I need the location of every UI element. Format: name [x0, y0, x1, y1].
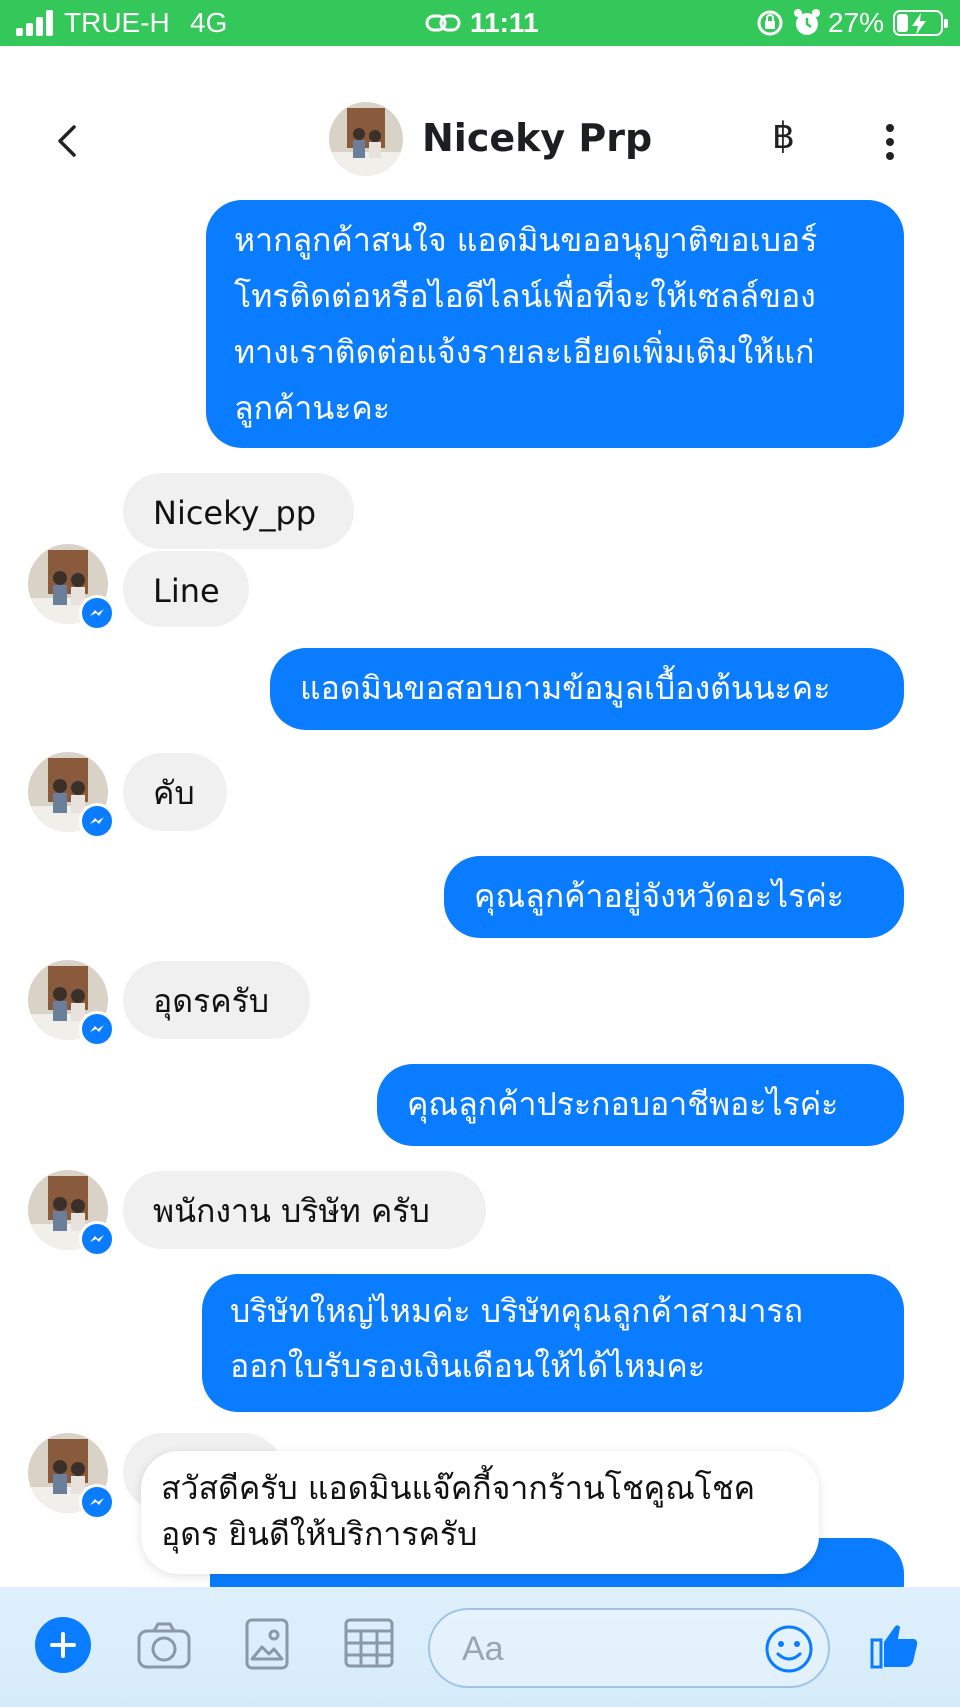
message-list[interactable]: หากลูกค้าสนใจ แอดมินขออนุญาติขอเบอร์ โทร… [0, 188, 960, 1588]
conversation-header: Niceky Prp ฿ [0, 46, 960, 188]
messenger-badge-icon [79, 1221, 115, 1257]
message-incoming[interactable]: อุดรครับ [123, 961, 310, 1039]
message-incoming[interactable]: พนักงาน บริษัท ครับ [123, 1171, 486, 1249]
image-icon[interactable] [244, 1617, 290, 1671]
message-incoming[interactable]: คับ [123, 753, 227, 831]
baht-icon[interactable]: ฿ [772, 116, 795, 157]
message-outgoing[interactable]: แอดมินขอสอบถามข้อมูลเบื้องต้นนะคะ [270, 648, 904, 730]
notification-text: สวัสดีครับ แอดมินแจ๊คกี้จากร้านโชคูณโชค … [161, 1469, 756, 1553]
composer-bar [0, 1587, 960, 1707]
message-input[interactable] [460, 1624, 714, 1674]
more-icon[interactable] [872, 120, 908, 164]
message-outgoing[interactable]: คุณลูกค้าอยู่จังหวัดอะไรค่ะ [444, 856, 904, 938]
message-incoming[interactable]: Line [123, 551, 249, 627]
camera-icon[interactable] [136, 1617, 192, 1673]
network-label: 4G [190, 7, 228, 38]
message-outgoing[interactable]: คุณลูกค้าประกอบอาชีพอะไรค่ะ [377, 1064, 904, 1146]
messenger-badge-icon [79, 595, 115, 631]
signal-icon [16, 10, 56, 36]
plus-button[interactable] [35, 1617, 91, 1673]
thumbs-up-icon[interactable] [870, 1620, 920, 1670]
notification-toast[interactable]: สวัสดีครับ แอดมินแจ๊คกี้จากร้านโชคูณโชค … [141, 1451, 819, 1574]
carrier-label: TRUE-H [64, 7, 170, 38]
link-icon [425, 14, 461, 32]
battery-percent: 27% [828, 7, 885, 38]
contact-avatar[interactable] [329, 102, 403, 176]
contact-name[interactable]: Niceky Prp [422, 116, 652, 160]
message-outgoing[interactable]: บริษัทใหญ่ไหมค่ะ บริษัทคุณลูกค้าสามารถ อ… [202, 1274, 904, 1412]
emoji-icon[interactable] [764, 1624, 814, 1674]
plus-icon [50, 1632, 76, 1658]
rotation-lock-icon [757, 10, 783, 36]
alarm-icon [794, 9, 820, 35]
messenger-badge-icon [79, 1011, 115, 1047]
message-outgoing[interactable]: หากลูกค้าสนใจ แอดมินขออนุญาติขอเบอร์ โทร… [206, 200, 904, 448]
message-incoming[interactable]: Niceky_pp [123, 473, 354, 549]
status-bar: TRUE-H 4G 11:11 27% [0, 0, 960, 46]
clock: 11:11 [470, 7, 539, 38]
message-input-field[interactable] [428, 1608, 830, 1688]
back-icon[interactable] [48, 121, 88, 161]
messenger-badge-icon [79, 803, 115, 839]
messenger-badge-icon [79, 1484, 115, 1520]
calendar-icon[interactable] [343, 1617, 395, 1669]
battery-charging-icon [893, 10, 948, 36]
